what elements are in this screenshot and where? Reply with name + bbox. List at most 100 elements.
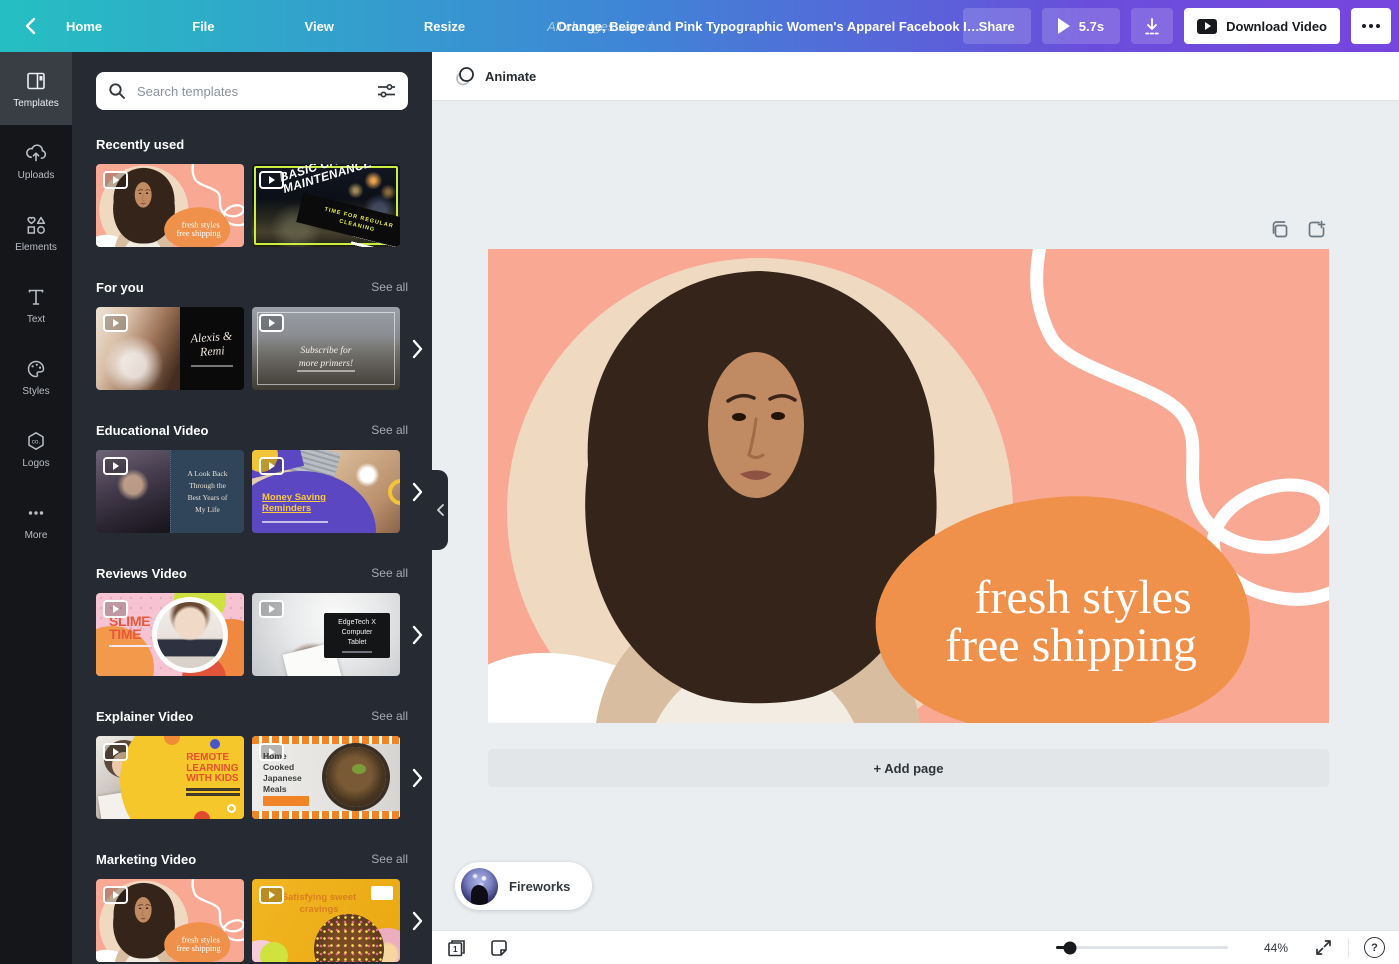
- menu-file[interactable]: File: [192, 19, 214, 34]
- edgetech-label: EdgeTech XComputer Tablet: [324, 613, 390, 658]
- editor-main: Animate + Add page: [432, 52, 1399, 964]
- video-duration: 5.7s: [1079, 19, 1104, 34]
- decor-bars: [186, 788, 240, 798]
- carousel-next-button[interactable]: [412, 768, 423, 788]
- template-thumb-slime-time[interactable]: SLIMETIME: [96, 593, 244, 676]
- animate-button[interactable]: Animate: [454, 65, 536, 87]
- notes-icon: [489, 938, 509, 958]
- template-thumb-car-maintenance[interactable]: BASIC CARMAINTENANCE TIME FOR REGULARCLE…: [252, 164, 400, 247]
- video-icon: [1197, 19, 1217, 34]
- panel-collapse-button[interactable]: [432, 470, 448, 550]
- search-icon: [108, 82, 126, 100]
- carousel-next-button[interactable]: [412, 339, 423, 359]
- decor-bar: [191, 365, 233, 367]
- see-all-link[interactable]: See all: [371, 566, 408, 580]
- chevron-left-icon: [437, 504, 444, 516]
- animate-label: Animate: [485, 69, 536, 84]
- zoom-slider[interactable]: [1056, 946, 1228, 949]
- top-bar: Home File View Resize All changes saved …: [0, 0, 1399, 52]
- add-page-icon: [1307, 220, 1326, 239]
- section-title: For you: [96, 280, 144, 295]
- notes-button[interactable]: [489, 938, 509, 958]
- more-dots-icon: [24, 501, 48, 525]
- topbar-actions: Share 5.7s Download Video: [963, 8, 1399, 44]
- carousel-next-button[interactable]: [412, 911, 423, 931]
- divider: [1348, 938, 1349, 958]
- filter-icon[interactable]: [377, 82, 396, 100]
- video-badge-icon: [259, 743, 284, 761]
- duplicate-page-button[interactable]: [1270, 220, 1289, 239]
- sidebar-item-styles[interactable]: Styles: [0, 341, 72, 413]
- template-thumb-edgetech[interactable]: EdgeTech XComputer Tablet: [252, 593, 400, 676]
- chevron-right-icon: [412, 911, 423, 931]
- question-glyph: ?: [1371, 942, 1378, 954]
- ring-decor: [227, 804, 236, 813]
- see-all-link[interactable]: See all: [371, 709, 408, 723]
- wedding-names: Alexis &Remi: [190, 329, 234, 361]
- fireworks-effect-pill[interactable]: Fireworks: [455, 862, 592, 910]
- sidebar-item-text[interactable]: Text: [0, 269, 72, 341]
- template-thumb-yearbook[interactable]: A Look BackThrough the Best Years ofMy L…: [96, 450, 244, 533]
- slime-title: SLIMETIME: [109, 615, 150, 642]
- design-canvas-page[interactable]: [488, 249, 1329, 723]
- video-badge-icon: [103, 600, 128, 618]
- template-thumb-sweet-cravings[interactable]: Satisfying sweetcravings: [252, 879, 400, 962]
- chevron-right-icon: [412, 768, 423, 788]
- fullscreen-button[interactable]: [1314, 938, 1333, 957]
- see-all-link[interactable]: See all: [371, 423, 408, 437]
- logos-icon: co.: [24, 429, 48, 453]
- menu-home[interactable]: Home: [66, 19, 102, 34]
- zoom-slider-knob[interactable]: [1064, 941, 1077, 954]
- menu-view[interactable]: View: [305, 19, 334, 34]
- see-all-link[interactable]: See all: [371, 280, 408, 294]
- help-button[interactable]: ?: [1364, 937, 1385, 958]
- design-title[interactable]: Orange, Beige and Pink Typographic Women…: [557, 19, 987, 34]
- zoom-level-value[interactable]: 44%: [1256, 941, 1288, 955]
- video-badge-icon: [103, 743, 128, 761]
- back-chevron-icon: [25, 17, 36, 35]
- decor-bar: [109, 645, 151, 647]
- sidebar-item-logos[interactable]: co. Logos: [0, 413, 72, 485]
- garnish-decor: [352, 764, 366, 774]
- sidebar-item-elements[interactable]: Elements: [0, 197, 72, 269]
- template-thumb-fresh-styles[interactable]: [96, 879, 244, 962]
- menu-resize[interactable]: Resize: [424, 19, 465, 34]
- orange-band: [252, 811, 400, 819]
- download-video-label: Download Video: [1226, 19, 1327, 34]
- see-all-link[interactable]: See all: [371, 852, 408, 866]
- sidebar-item-uploads[interactable]: Uploads: [0, 125, 72, 197]
- add-page-icon-button[interactable]: [1307, 220, 1326, 239]
- template-thumb-subscribe[interactable]: Subscribe formore primers!: [252, 307, 400, 390]
- template-thumb-money-saving[interactable]: Money SavingReminders: [252, 450, 400, 533]
- yearbook-text: A Look BackThrough the Best Years ofMy L…: [170, 450, 244, 533]
- bowl-decor: [326, 747, 386, 807]
- add-page-button[interactable]: + Add page: [488, 749, 1329, 787]
- orange-chip: [263, 796, 309, 806]
- blue-dot: [210, 739, 220, 749]
- download-video-button[interactable]: Download Video: [1184, 8, 1340, 44]
- template-thumb-remote-learning[interactable]: REMOTELEARNINGWITH KIDS: [96, 736, 244, 819]
- sidebar-item-templates[interactable]: Templates: [0, 52, 72, 125]
- money-title: Money SavingReminders: [262, 493, 326, 515]
- topbar-left-group: Home File View Resize All changes saved: [0, 8, 653, 44]
- coin-decor: [388, 479, 400, 505]
- back-home-button[interactable]: [12, 8, 48, 44]
- rail-label: More: [25, 530, 48, 541]
- elements-icon: [24, 213, 48, 237]
- carousel-next-button[interactable]: [412, 482, 423, 502]
- sidebar-item-more[interactable]: More: [0, 485, 72, 557]
- video-badge-icon: [103, 171, 128, 189]
- rail-label: Templates: [13, 98, 59, 109]
- template-thumb-wedding[interactable]: Alexis &Remi: [96, 307, 244, 390]
- download-button[interactable]: [1131, 8, 1173, 44]
- carousel-next-button[interactable]: [412, 625, 423, 645]
- search-input[interactable]: [135, 83, 368, 100]
- template-thumb-fresh-styles[interactable]: [96, 164, 244, 247]
- more-options-button[interactable]: [1351, 8, 1391, 44]
- page-number: 1: [453, 944, 458, 954]
- play-preview-button[interactable]: 5.7s: [1042, 8, 1120, 44]
- template-thumb-japanese-meals[interactable]: HomeCooked JapaneseMeals: [252, 736, 400, 819]
- rail-label: Uploads: [18, 170, 55, 181]
- video-badge-icon: [259, 171, 284, 189]
- pages-view-button[interactable]: 1: [446, 938, 467, 958]
